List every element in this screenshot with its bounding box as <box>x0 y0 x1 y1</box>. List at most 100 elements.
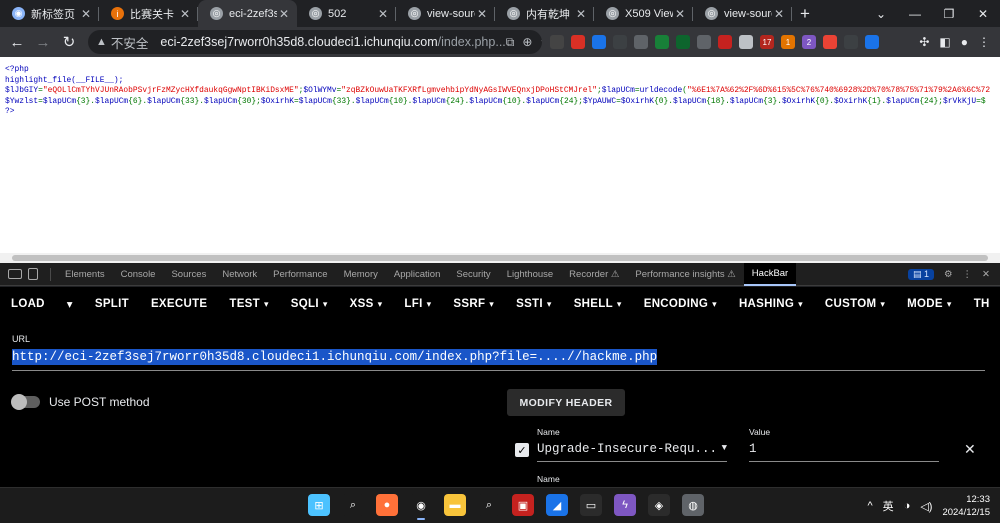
translate-icon[interactable]: ⧉ <box>506 35 515 50</box>
devtools-tab[interactable]: Network <box>214 263 265 286</box>
sync-icon[interactable] <box>865 35 879 49</box>
scrollbar-thumb[interactable] <box>12 255 988 261</box>
hackbar-menu-item[interactable]: SPLIT <box>84 298 140 310</box>
post-method-toggle[interactable] <box>11 394 40 410</box>
devtools-tab[interactable]: Elements <box>57 263 113 286</box>
book-icon[interactable] <box>655 35 669 49</box>
browser-tab[interactable]: i 比赛关卡 ✕ <box>99 0 198 27</box>
hackbar-menu-item[interactable]: TH <box>963 298 1000 310</box>
remove-header-icon[interactable]: ✕ <box>964 441 976 458</box>
menu-kebab-icon[interactable]: ⋮ <box>978 35 990 49</box>
url-input[interactable]: http://eci-2zef3sej7rworr0h35d8.cloudeci… <box>12 349 985 371</box>
hackbar-menu-item[interactable]: LFI <box>393 298 442 310</box>
close-tab-icon[interactable]: ✕ <box>673 7 687 21</box>
browser-tab[interactable]: ◎ eci-2zef3sej✕ <box>198 0 297 27</box>
forward-button[interactable]: → <box>30 29 56 55</box>
devtools-tab[interactable]: Application <box>386 263 448 286</box>
green-square-icon[interactable] <box>676 35 690 49</box>
browser-tab[interactable]: ◉ 新标签页 ✕ <box>0 0 99 27</box>
hackbar-menu-item[interactable]: ENCODING <box>633 298 728 310</box>
browser-tab[interactable]: ◎ X509 View ✕ <box>594 0 693 27</box>
url-host[interactable]: eci-2zef3sej7rworr0h35d8.cloudeci1.ichun… <box>160 35 437 49</box>
hackbar-menu-item[interactable]: SSRF <box>442 298 505 310</box>
terminal-icon[interactable]: ▭ <box>580 494 602 516</box>
devtools-menu-icon[interactable]: ⋮ <box>963 269 973 280</box>
wappalyzer-icon[interactable] <box>550 35 564 49</box>
devtools-tab[interactable]: Console <box>113 263 164 286</box>
device-toolbar-icon[interactable] <box>28 268 38 280</box>
camera-icon[interactable] <box>697 35 711 49</box>
red-app-icon[interactable]: ▣ <box>512 494 534 516</box>
tray-expand-icon[interactable]: ^ <box>868 500 873 512</box>
new-tab-button[interactable]: + <box>792 0 818 27</box>
pin-icon[interactable] <box>592 35 606 49</box>
percent-icon[interactable] <box>823 35 837 49</box>
cube-icon[interactable] <box>718 35 732 49</box>
network-icon[interactable]: ◑ <box>904 500 911 512</box>
purple-badge-icon[interactable]: 2 <box>802 35 816 49</box>
windows-start-icon[interactable]: ⊞ <box>308 494 330 516</box>
side-panel-icon[interactable]: ◧ <box>939 35 950 49</box>
tab-search-icon[interactable]: ⌄ <box>864 7 898 21</box>
puzzle-extensions-icon[interactable]: ✣ <box>919 35 929 49</box>
visual-studio-icon[interactable]: ϟ <box>614 494 636 516</box>
ime-indicator[interactable]: 英 <box>883 498 894 514</box>
header-value-input[interactable]: 1 <box>749 442 939 462</box>
header-enabled-checkbox[interactable]: ✓ <box>515 443 529 457</box>
modify-header-button[interactable]: MODIFY HEADER <box>507 389 625 416</box>
hackbar-menu-item[interactable]: SSTI <box>505 298 563 310</box>
bird-icon[interactable]: ◈ <box>648 494 670 516</box>
inspect-element-icon[interactable] <box>8 269 22 279</box>
zoom-icon[interactable]: ⊕ <box>522 35 532 50</box>
close-tab-icon[interactable]: ✕ <box>178 7 192 21</box>
address-bar[interactable]: ▲ 不安全 eci-2zef3sej7rworr0h35d8.cloudeci1… <box>88 30 542 54</box>
file-explorer-icon[interactable]: ▬ <box>444 494 466 516</box>
browser-tab[interactable]: ◎ 502 ✕ <box>297 0 396 27</box>
close-tab-icon[interactable]: ✕ <box>376 7 390 21</box>
close-tab-icon[interactable]: ✕ <box>277 7 291 21</box>
search-icon[interactable]: ⌕ <box>342 494 364 516</box>
url-path[interactable]: /index.php... <box>438 35 506 49</box>
devtools-tab[interactable]: Performance <box>265 263 335 286</box>
devtools-tab[interactable]: Lighthouse <box>499 263 561 286</box>
devtools-tab[interactable]: Performance insights ⚠ <box>627 263 743 286</box>
header-name-select[interactable]: Upgrade-Insecure-Requ... ▼ <box>537 442 727 462</box>
firefox-icon[interactable]: ● <box>376 494 398 516</box>
warning-icon[interactable]: ▲ <box>96 36 107 48</box>
close-tab-icon[interactable]: ✕ <box>475 7 489 21</box>
reload-button[interactable]: ↻ <box>56 29 82 55</box>
bookmark-star-icon[interactable]: ☆ <box>540 35 542 50</box>
network-app-icon[interactable]: ◍ <box>682 494 704 516</box>
clock[interactable]: 12:33 2024/12/15 <box>942 493 990 519</box>
devtools-tab[interactable]: HackBar <box>743 262 797 286</box>
circle-icon[interactable] <box>739 35 753 49</box>
devtools-tab[interactable]: Recorder ⚠ <box>561 263 627 286</box>
close-tab-icon[interactable]: ✕ <box>79 7 93 21</box>
header-value-text[interactable]: 1 <box>749 442 757 456</box>
back-button[interactable]: ← <box>4 29 30 55</box>
eye-icon[interactable] <box>634 35 648 49</box>
browser-tab[interactable]: ◎ view-source✕ <box>396 0 495 27</box>
magnifier-app-icon[interactable]: ⌕ <box>478 494 500 516</box>
volume-icon[interactable]: ◁) <box>920 500 932 513</box>
hackbar-menu-item[interactable]: LOAD <box>0 298 56 310</box>
close-tab-icon[interactable]: ✕ <box>574 7 588 21</box>
profile-avatar-icon[interactable]: ● <box>961 35 968 49</box>
badge-17-icon[interactable]: 17 <box>760 35 774 49</box>
devtools-tab[interactable]: Memory <box>336 263 386 286</box>
hackbar-menu-item[interactable]: XSS <box>339 298 394 310</box>
horizontal-scrollbar[interactable] <box>0 253 1000 263</box>
wave-icon[interactable] <box>613 35 627 49</box>
hackbar-menu-item[interactable]: EXECUTE <box>140 298 218 310</box>
devtools-tab[interactable]: Sources <box>163 263 214 286</box>
shield-icon[interactable]: 1 <box>781 35 795 49</box>
close-devtools-icon[interactable]: ✕ <box>982 269 990 280</box>
chevron-down-icon[interactable]: ▼ <box>722 443 727 453</box>
browser-tab[interactable]: ◎ 内有乾坤 ✕ <box>495 0 594 27</box>
flag-icon[interactable] <box>571 35 585 49</box>
chrome-icon[interactable]: ◉ <box>410 494 432 520</box>
hackbar-menu-item[interactable]: MODE <box>896 298 963 310</box>
dark-icon[interactable] <box>844 35 858 49</box>
hackbar-menu-item[interactable]: HASHING <box>728 298 814 310</box>
hackbar-menu-item[interactable]: ▾ <box>56 297 84 311</box>
